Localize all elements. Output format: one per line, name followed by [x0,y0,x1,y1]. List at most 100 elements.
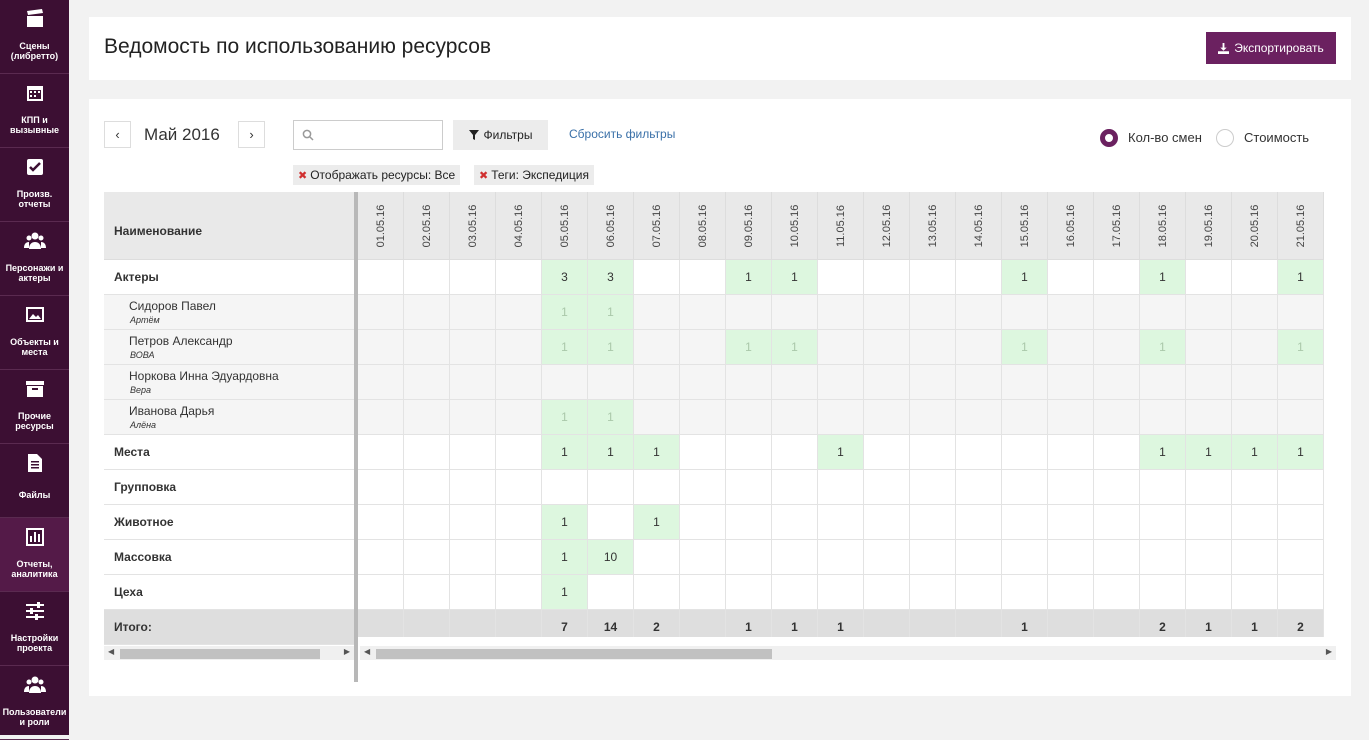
table-cell[interactable] [864,295,910,330]
table-cell[interactable] [634,260,680,295]
table-cell[interactable]: 3 [542,260,588,295]
table-cell[interactable]: 1 [588,330,634,365]
table-cell[interactable] [450,505,496,540]
table-cell[interactable] [956,400,1002,435]
table-cell[interactable] [956,260,1002,295]
table-cell[interactable] [358,540,404,575]
table-cell[interactable] [1002,505,1048,540]
table-cell[interactable] [726,540,772,575]
table-cell[interactable]: 1 [542,295,588,330]
table-cell[interactable] [818,470,864,505]
table-cell[interactable] [1232,295,1278,330]
table-cell[interactable] [1278,365,1324,400]
table-cell[interactable] [1048,470,1094,505]
table-cell[interactable] [404,330,450,365]
table-cell[interactable]: 1 [588,295,634,330]
table-cell[interactable] [818,400,864,435]
table-cell[interactable] [1002,295,1048,330]
scroll-right-icon[interactable]: ▶ [344,647,350,656]
scroll-right-icon[interactable]: ▶ [1326,647,1332,656]
table-cell[interactable] [864,575,910,610]
table-cell[interactable] [910,575,956,610]
radio-shifts[interactable] [1100,129,1118,147]
table-cell[interactable] [680,295,726,330]
search-input[interactable] [293,120,443,150]
table-cell[interactable] [496,435,542,470]
table-cell[interactable] [358,295,404,330]
table-cell[interactable] [1048,365,1094,400]
table-cell[interactable] [634,540,680,575]
table-cell[interactable]: 1 [542,505,588,540]
table-cell[interactable] [358,470,404,505]
table-cell[interactable] [772,470,818,505]
table-cell[interactable] [956,330,1002,365]
filter-tag-tags[interactable]: ✖ Теги: Экспедиция [474,165,594,185]
table-cell[interactable] [772,540,818,575]
table-cell[interactable] [450,330,496,365]
table-cell[interactable]: 1 [542,435,588,470]
table-cell[interactable] [404,435,450,470]
table-cell[interactable]: 10 [588,540,634,575]
table-cell[interactable] [772,365,818,400]
table-cell[interactable] [634,470,680,505]
sidebar-item-checkbox[interactable]: Произв. отчеты [0,148,69,222]
table-cell[interactable] [818,505,864,540]
table-cell[interactable] [1048,295,1094,330]
table-cell[interactable] [726,365,772,400]
table-cell[interactable] [1278,540,1324,575]
table-cell[interactable] [956,470,1002,505]
table-cell[interactable] [680,330,726,365]
table-cell[interactable] [404,260,450,295]
next-month-button[interactable]: › [238,121,265,148]
table-cell[interactable]: 1 [726,330,772,365]
sidebar-item-bar-chart[interactable]: Отчеты, аналитика [0,518,69,592]
table-cell[interactable] [358,260,404,295]
table-cell[interactable] [634,575,680,610]
table-cell[interactable] [358,435,404,470]
table-cell[interactable] [1186,260,1232,295]
table-cell[interactable]: 1 [1140,260,1186,295]
table-cell[interactable] [864,435,910,470]
table-cell[interactable] [588,575,634,610]
table-cell[interactable] [864,470,910,505]
table-cell[interactable] [1002,575,1048,610]
sidebar-item-image[interactable]: Объекты и места [0,296,69,370]
table-cell[interactable] [450,260,496,295]
table-cell[interactable] [1048,505,1094,540]
table-cell[interactable]: 1 [1002,330,1048,365]
table-cell[interactable]: 1 [634,505,680,540]
table-cell[interactable] [1094,295,1140,330]
table-cell[interactable] [1232,505,1278,540]
table-cell[interactable] [956,540,1002,575]
table-cell[interactable] [358,365,404,400]
table-cell[interactable] [1278,400,1324,435]
scroll-left-icon[interactable]: ◀ [108,647,114,656]
table-cell[interactable] [404,505,450,540]
table-cell[interactable] [542,470,588,505]
table-cell[interactable] [588,470,634,505]
table-cell[interactable] [1232,330,1278,365]
table-cell[interactable] [634,295,680,330]
table-cell[interactable] [634,330,680,365]
table-cell[interactable]: 1 [588,400,634,435]
table-cell[interactable]: 1 [542,400,588,435]
table-cell[interactable] [680,400,726,435]
table-cell[interactable] [1048,540,1094,575]
left-scrollbar[interactable]: ◀ ▶ [104,646,354,660]
table-cell[interactable] [864,505,910,540]
remove-tag-icon[interactable]: ✖ [479,169,488,182]
table-cell[interactable] [450,435,496,470]
table-cell[interactable] [1094,260,1140,295]
table-cell[interactable] [726,505,772,540]
table-cell[interactable] [1140,575,1186,610]
table-cell[interactable]: 1 [1232,435,1278,470]
table-cell[interactable] [956,575,1002,610]
sidebar-item-people[interactable]: Персонажи и актеры [0,222,69,296]
table-cell[interactable] [450,295,496,330]
sidebar-item-calendar[interactable]: КПП и вызывные [0,74,69,148]
table-cell[interactable] [404,400,450,435]
table-cell[interactable] [1232,575,1278,610]
reset-filters-link[interactable]: Сбросить фильтры [569,127,675,141]
table-cell[interactable] [1094,540,1140,575]
table-cell[interactable]: 1 [634,435,680,470]
